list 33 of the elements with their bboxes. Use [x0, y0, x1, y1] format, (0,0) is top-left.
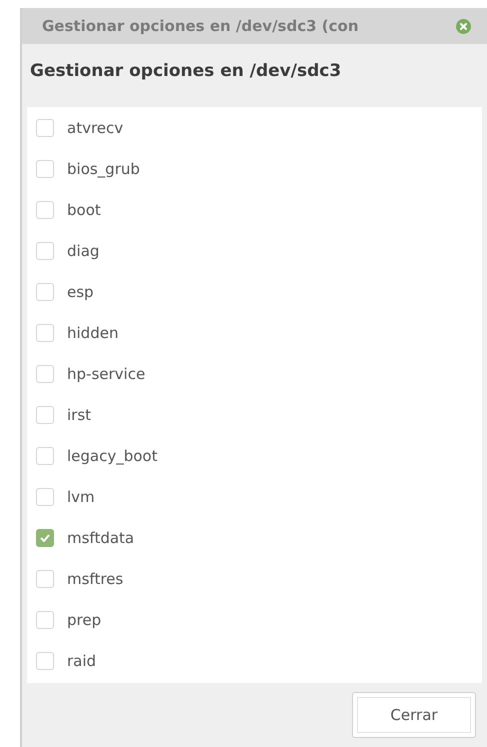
flag-label: msftres [67, 570, 124, 588]
window-title: Gestionar opciones en /dev/sdc3 (con [42, 17, 359, 35]
checkbox[interactable] [36, 282, 54, 300]
flag-label: lvm [67, 488, 95, 506]
checkbox[interactable] [36, 652, 54, 670]
close-button[interactable]: Cerrar [352, 692, 476, 738]
flag-label: msftdata [67, 528, 134, 546]
checkbox[interactable] [36, 364, 54, 382]
flag-label: boot [67, 200, 101, 218]
checkbox[interactable] [36, 160, 54, 178]
flag-label: hp-service [67, 364, 146, 382]
flag-label: bios_grub [67, 160, 140, 178]
flag-label: raid [67, 652, 96, 670]
checkbox[interactable] [36, 242, 54, 260]
flag-label: irst [67, 406, 92, 424]
checkbox[interactable] [36, 324, 54, 342]
checkbox[interactable] [36, 118, 54, 136]
checkbox[interactable] [36, 406, 54, 424]
checkbox[interactable] [36, 610, 54, 628]
checkbox[interactable] [36, 488, 54, 506]
check-icon [40, 534, 50, 542]
dialog-heading: Gestionar opciones en /dev/sdc3 [29, 60, 342, 83]
checkbox[interactable] [36, 200, 54, 218]
flag-label: prep [67, 610, 102, 628]
close-icon[interactable] [456, 18, 471, 34]
flag-label: atvrecv [67, 118, 124, 136]
flag-label: esp [67, 282, 94, 300]
flag-label: diag [67, 242, 100, 260]
checkbox[interactable] [36, 570, 54, 588]
flag-label: hidden [67, 324, 118, 342]
flag-label: legacy_boot [67, 446, 158, 464]
checkbox[interactable] [36, 528, 54, 546]
checkbox[interactable] [36, 446, 54, 464]
